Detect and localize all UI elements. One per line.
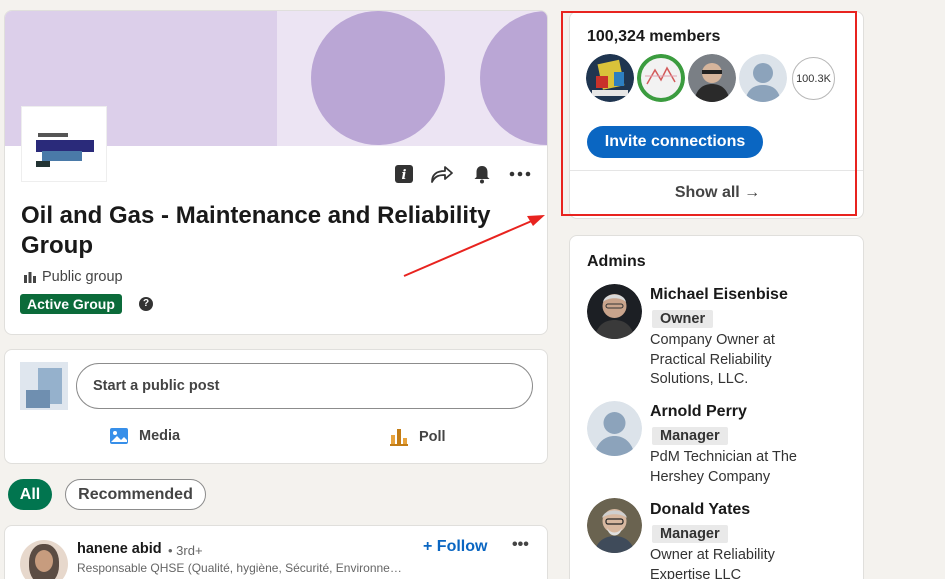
- group-logo: [21, 106, 107, 182]
- admin-avatar[interactable]: [587, 401, 642, 456]
- post-more-button[interactable]: •••: [512, 536, 529, 554]
- start-post-input[interactable]: Start a public post: [76, 363, 533, 409]
- member-avatar[interactable]: [739, 54, 787, 102]
- feed-post-card: hanene abid • 3rd+ Responsable QHSE (Qua…: [4, 525, 548, 579]
- bell-icon[interactable]: [469, 161, 495, 187]
- media-icon: [110, 428, 128, 444]
- filter-recommended[interactable]: Recommended: [65, 479, 206, 510]
- post-composer-card: Start a public post Media Poll: [4, 349, 548, 464]
- group-visibility: Public group: [23, 269, 123, 285]
- member-avatar[interactable]: [637, 54, 685, 102]
- group-title: Oil and Gas - Maintenance and Reliabilit…: [21, 202, 491, 259]
- author-name[interactable]: hanene abid: [77, 541, 162, 557]
- admin-avatar[interactable]: [587, 284, 642, 339]
- author-headline: Responsable QHSE (Qualité, hygiène, Sécu…: [77, 561, 409, 575]
- admin-name[interactable]: Donald Yates: [650, 501, 750, 519]
- admin-avatar[interactable]: [587, 498, 642, 553]
- members-card: 100,324 members 100.3K Invite connection…: [569, 11, 864, 219]
- info-icon[interactable]: i: [391, 161, 417, 187]
- group-visibility-label: Public group: [42, 269, 123, 285]
- admin-name[interactable]: Michael Eisenbise: [650, 286, 788, 304]
- share-icon[interactable]: [429, 161, 455, 187]
- group-icon: [24, 272, 36, 283]
- author-avatar[interactable]: [20, 540, 68, 579]
- more-icon[interactable]: [507, 161, 533, 187]
- poll-button[interactable]: Poll: [389, 427, 446, 447]
- admin-headline: PdM Technician at The Hershey Company: [650, 449, 797, 485]
- user-avatar: [20, 362, 68, 410]
- filter-all[interactable]: All: [8, 479, 52, 510]
- member-avatar[interactable]: [586, 54, 634, 102]
- active-group-badge: Active Group: [20, 294, 122, 314]
- member-avatar[interactable]: [688, 54, 736, 102]
- svg-text:i: i: [402, 168, 407, 183]
- admin-headline: Company Owner at Practical Reliability S…: [650, 332, 775, 387]
- admin-role-badge: Manager: [652, 525, 728, 543]
- admins-card: Admins Michael Eisenbise Owner Company O…: [569, 235, 864, 579]
- group-header-card: i Oil and Gas - Maintenance and Reliabil…: [4, 10, 548, 335]
- poll-icon: [390, 429, 408, 446]
- media-label: Media: [139, 428, 181, 444]
- invite-connections-button[interactable]: Invite connections: [587, 126, 763, 158]
- members-overflow-count[interactable]: 100.3K: [792, 57, 835, 100]
- admin-role-badge: Owner: [652, 310, 714, 328]
- help-icon[interactable]: ?: [139, 297, 153, 311]
- members-count: 100,324 members: [587, 28, 721, 45]
- admin-headline: Owner at Reliability Expertise LLC: [650, 547, 775, 579]
- follow-button[interactable]: + Follow: [423, 538, 487, 556]
- poll-label: Poll: [419, 429, 446, 445]
- divider: [570, 170, 863, 171]
- admin-role-badge: Manager: [652, 427, 728, 445]
- show-all-members-link[interactable]: Show all →: [570, 184, 863, 202]
- admin-name[interactable]: Arnold Perry: [650, 403, 747, 421]
- admins-title: Admins: [587, 253, 646, 270]
- connection-degree: • 3rd+: [168, 543, 203, 558]
- media-button[interactable]: Media: [109, 427, 180, 445]
